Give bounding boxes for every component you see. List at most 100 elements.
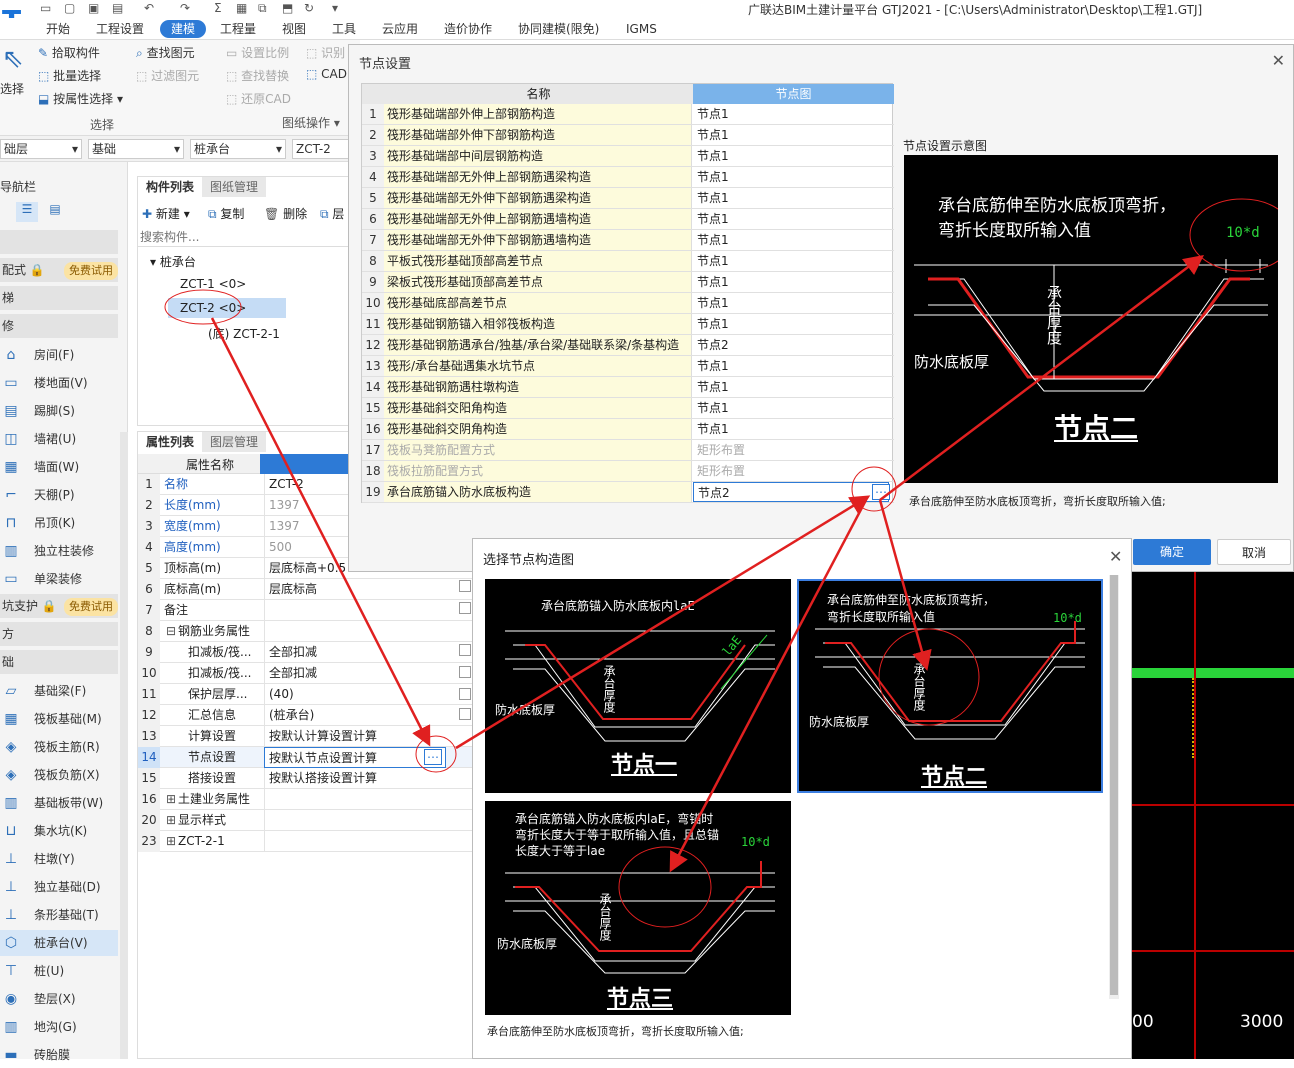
grid-row[interactable]: 6 筏形基础端部无外伸上部钢筋遇墙构造 节点1 [362,209,894,230]
nav-item[interactable]: ▥ 地沟(G) [0,1014,118,1040]
grid-row-node[interactable]: 节点1 [693,314,893,334]
node3-option[interactable]: 承台底筋锚入防水底板内laE，弯锚时 弯折长度大于等于取所输入值，且总锚 长度大… [485,801,791,1015]
grid-row[interactable]: 14 筏形基础钢筋遇柱墩构造 节点1 [362,377,894,398]
more-icon[interactable]: ▾ [332,1,338,15]
nav-section-earthwork[interactable]: 方 [0,622,118,646]
prop-row[interactable]: 10 扣减板/筏... 全部扣减 [138,663,474,684]
nav-item[interactable]: ⌐ 天棚(P) [0,482,118,508]
prop-row-value[interactable]: 按默认节点设置计算 [264,747,446,768]
box-icon[interactable]: ⧉ [258,1,267,16]
grid-row[interactable]: 15 筏形基础斜交阳角构造 节点1 [362,398,894,419]
grid-row[interactable]: 9 梁板式筏形基础顶部高差节点 节点1 [362,272,894,293]
select-button[interactable]: 选择 [0,80,24,97]
grid-row[interactable]: 10 筏形基础底部高差节点 节点1 [362,293,894,314]
nav-item[interactable]: ⊥ 条形基础(T) [0,902,118,928]
group-drawing-label[interactable]: 图纸操作 ▾ [282,114,340,131]
expand-icon[interactable]: ⊞ [166,810,176,831]
prop-row-value[interactable]: (40) [264,684,474,705]
nav-scrollbar[interactable] [120,432,128,1059]
prop-row[interactable]: 7 备注 [138,600,474,621]
tab-modeling[interactable]: 建模 [160,20,206,38]
nav-item[interactable]: ◉ 垫层(X) [0,986,118,1012]
checkbox[interactable] [459,580,471,592]
ellipsis-button[interactable]: ⋯ [424,749,442,765]
tab-quantities[interactable]: 工程量 [214,20,262,38]
prop-row-value[interactable]: 全部扣减 [264,642,474,663]
expand-icon[interactable]: ⊟ [166,621,176,642]
select-by-attr-button[interactable]: ⬓ 按属性选择 ▾ [38,90,123,107]
grid-row[interactable]: 7 筏形基础端部无外伸下部钢筋遇墙构造 节点1 [362,230,894,251]
tab-layer-manage[interactable]: 图层管理 [202,432,267,452]
scrollbar[interactable] [1109,575,1119,999]
nav-section-foundation[interactable]: 础 [0,650,118,674]
nav-item[interactable]: ▥ 独立柱装修 [0,538,118,564]
grid-row[interactable]: 16 筏形基础斜交阴角构造 节点1 [362,419,894,440]
tab-view[interactable]: 视图 [276,20,312,38]
layer-icon[interactable]: ⬒ [282,1,293,15]
nav-item[interactable]: ▥ 基础板带(W) [0,790,118,816]
ellipsis-button[interactable]: ⋯ [872,484,890,500]
prop-row-value[interactable] [264,831,474,852]
drawing-canvas[interactable]: 00 3000 [1132,572,1294,1059]
tab-component-list[interactable]: 构件列表 [138,177,203,197]
delete-button[interactable]: 🗑 删除 [264,205,307,222]
tree-view-icon[interactable]: ▤ [44,202,66,222]
prop-row[interactable]: 15 搭接设置 按默认搭接设置计算 [138,768,474,789]
prop-row[interactable]: 12 汇总信息 (桩承台) [138,705,474,726]
view-icon[interactable]: ▦ [236,1,247,15]
grid-row-node[interactable]: 节点1 [693,146,893,166]
grid-row[interactable]: 13 筏形/承台基础遇集水坑节点 节点1 [362,356,894,377]
nav-item[interactable]: ⊤ 桩(U) [0,958,118,984]
nav-item[interactable]: ▤ 踢脚(S) [0,398,118,424]
grid-row[interactable]: 11 筏形基础钢筋锚入相邻筏板构造 节点1 [362,314,894,335]
free-trial-badge-2[interactable]: 免费试用 [64,598,118,616]
checkbox[interactable] [459,602,471,614]
prop-row-value[interactable] [264,789,474,810]
save-as-icon[interactable]: ▤ [112,1,123,15]
prop-row-value[interactable]: 按默认计算设置计算 [264,726,474,747]
prop-row[interactable]: 16 土建业务属性 ⊞ [138,789,474,810]
tree-item-zct2-1[interactable]: (底) ZCT-2-1 [208,325,280,342]
nav-section-decoration[interactable]: 修 [0,314,118,338]
restore-cad-button[interactable]: ⬚ 还原CAD [226,90,291,107]
prop-row-value[interactable] [264,600,474,621]
checkbox[interactable] [459,666,471,678]
nav-item[interactable]: ⊥ 柱墩(Y) [0,846,118,872]
category-select[interactable]: 桩承台 ▾ [190,139,286,159]
cad-button[interactable]: ⬚ CAD [306,67,347,81]
search-input[interactable] [138,227,356,247]
grid-row[interactable]: 4 筏形基础端部无外伸上部钢筋遇梁构造 节点1 [362,167,894,188]
tab-start[interactable]: 开始 [40,20,76,38]
grid-row-node[interactable]: 节点1 [693,188,893,208]
grid-row-node[interactable]: 节点1 [693,251,893,271]
grid-row-node[interactable]: 节点1 [693,125,893,145]
nav-item[interactable]: ⬡ 桩承台(V) [0,930,118,956]
grid-row-node[interactable]: 节点1 [693,398,893,418]
sum-icon[interactable]: Σ [214,1,222,15]
prop-row-value[interactable]: 全部扣减 [264,663,474,684]
prop-row[interactable]: 9 扣减板/筏... 全部扣减 [138,642,474,663]
open-icon[interactable]: ▭ [40,1,51,15]
nav-item[interactable]: ⊓ 吊顶(K) [0,510,118,536]
find-element-button[interactable]: ⌕ 查找图元 [136,44,195,61]
type-select[interactable]: 基础 ▾ [88,139,184,159]
prop-row-value[interactable] [264,810,474,831]
close-icon[interactable]: ✕ [1109,547,1122,566]
list-view-icon[interactable]: ☰ [16,202,38,222]
prop-row-value[interactable]: (桩承台) [264,705,474,726]
nav-item[interactable]: ◈ 筏板主筋(R) [0,734,118,760]
prop-row-value[interactable] [264,621,474,642]
nav-item[interactable]: ▬ 砖胎膜 [0,1042,118,1068]
grid-row-node[interactable]: 节点1 [693,230,893,250]
grid-row-node[interactable]: 节点1 [693,419,893,439]
cancel-button[interactable]: 取消 [1217,539,1291,565]
prop-row[interactable]: 13 计算设置 按默认计算设置计算 [138,726,474,747]
floor-select[interactable]: 础层 ▾ [0,139,82,159]
rotate-icon[interactable]: ↻ [304,1,314,15]
save-icon[interactable]: ▣ [88,1,99,15]
grid-row[interactable]: 12 筏形基础钢筋遇承台/独基/承台梁/基础联系梁/条基构造 节点2 [362,335,894,356]
identify-button[interactable]: ⬚ 识别 [306,44,345,61]
layer-button[interactable]: ⧉ 层 [320,205,344,222]
ok-button[interactable]: 确定 [1133,539,1211,565]
expand-icon[interactable]: ⊞ [166,789,176,810]
